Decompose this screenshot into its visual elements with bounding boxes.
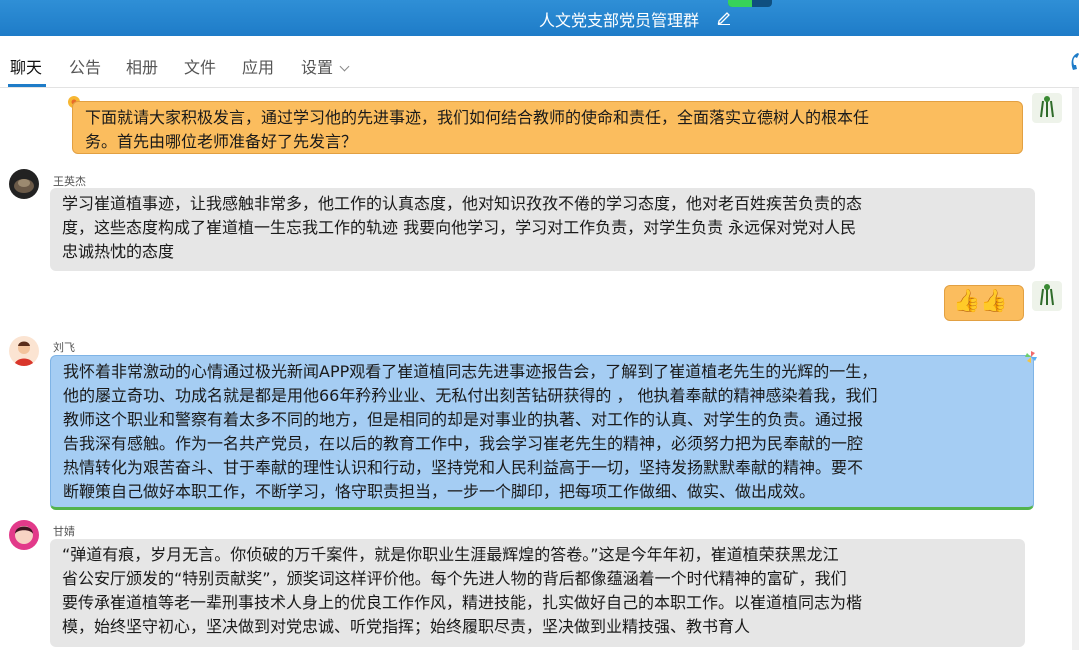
tab-announcement[interactable]: 公告 (69, 54, 101, 78)
thumbs-up-icon: 👍👍 (953, 289, 1008, 314)
message-line: 告我深有感触。作为一名共产党员，在以后的教育工作中，我会学习崔老先生的精神，必须… (63, 434, 864, 453)
tab-chat[interactable]: 聊天 (10, 54, 42, 78)
edit-icon[interactable] (716, 9, 732, 25)
message-line: 学习崔道植事迹，让我感触非常多，他工作的认真态度，他对知识孜孜不倦的学习态度，他… (62, 194, 863, 213)
sender-name: 王英杰 (53, 175, 86, 188)
avatar-self[interactable] (1032, 281, 1062, 311)
tab-album[interactable]: 相册 (126, 54, 158, 78)
avatar-liu-fei[interactable] (9, 336, 39, 366)
group-title: 人文党支部党员管理群 (539, 11, 700, 30)
active-tab-underline (8, 84, 46, 87)
message-bubble[interactable]: 下面就请大家积极发言，通过学习他的先进事迹，我们如何结合教师的使命和责任，全面落… (72, 101, 1023, 154)
sender-name: 甘婧 (53, 525, 75, 538)
emoji-bubble[interactable]: 👍👍 (944, 285, 1024, 321)
message-line: 度，这些态度构成了崔道植一生忘我工作的轨迹 我要向他学习，学习对工作负责，对学生… (62, 218, 857, 237)
avatar-self[interactable] (1032, 93, 1062, 123)
sender-name: 刘飞 (53, 341, 75, 354)
pinwheel-decoration-icon (1025, 351, 1037, 363)
message-line: 我怀着非常激动的心情通过极光新闻APP观看了崔道植同志先进事迹报告会，了解到了崔… (63, 362, 878, 381)
title-bar: 人文党支部党员管理群 (0, 0, 1079, 36)
tab-settings-label: 设置 (301, 58, 334, 77)
tab-bar: 聊天 公告 相册 文件 应用 设置 (0, 36, 1079, 88)
scrollbar[interactable] (1072, 88, 1079, 650)
message-bubble[interactable]: 学习崔道植事迹，让我感触非常多，他工作的认真态度，他对知识孜孜不倦的学习态度，他… (50, 188, 1035, 271)
message-line: 省公安厅颁发的“特别贡献奖”，颁奖词这样评价他。每个先进人物的背后都像蕴涵着一个… (62, 569, 847, 588)
phone-icon[interactable] (1066, 52, 1079, 72)
message-line: 模，始终坚守初心，坚决做到对党忠诚、听党指挥；始终履职尽责，坚决做到业精技强、教… (62, 617, 751, 636)
progress-indicator (728, 0, 772, 7)
message-line: 要传承崔道植等老一辈刑事技术人身上的优良工作作风，精进技能，扎实做好自己的本职工… (62, 593, 863, 612)
message-line: 忠诚热忱的态度 (62, 242, 175, 261)
message-bubble[interactable]: “弹道有痕，岁月无言。你侦破的万千案件，就是你职业生涯最辉煌的答卷。”这是今年年… (50, 539, 1025, 647)
message-bubble[interactable]: 我怀着非常激动的心情通过极光新闻APP观看了崔道植同志先进事迹报告会，了解到了崔… (50, 355, 1034, 510)
message-line: “弹道有痕，岁月无言。你侦破的万千案件，就是你职业生涯最辉煌的答卷。”这是今年年… (62, 545, 839, 564)
avatar-gan-jing[interactable] (9, 520, 39, 550)
tab-apps[interactable]: 应用 (242, 54, 274, 78)
message-line: 热情转化为艰苦奋斗、甘于奉献的理性认识和行动，坚持党和人民利益高于一切，坚持发扬… (63, 458, 864, 477)
message-line: 他的屡立奇功、功成名就是都是用他66年矜矜业业、无私付出刻苦钻研获得的 ， 他执… (63, 386, 878, 405)
tab-settings[interactable]: 设置 (301, 54, 350, 78)
chevron-down-icon (339, 61, 350, 72)
message-line: 下面就请大家积极发言，通过学习他的先进事迹，我们如何结合教师的使命和责任，全面落… (85, 108, 870, 127)
avatar-wang-yingjie[interactable] (9, 169, 39, 199)
tab-files[interactable]: 文件 (184, 54, 216, 78)
message-line: 务。首先由哪位老师准备好了先发言？ (85, 132, 358, 151)
message-line: 断鞭策自己做好本职工作，不断学习，恪守职责担当，一步一个脚印，把每项工作做细、做… (63, 482, 816, 501)
message-line: 教师这个职业和警察有着太多不同的地方，但是相同的却是对事业的执著、对工作的认真、… (63, 410, 864, 429)
